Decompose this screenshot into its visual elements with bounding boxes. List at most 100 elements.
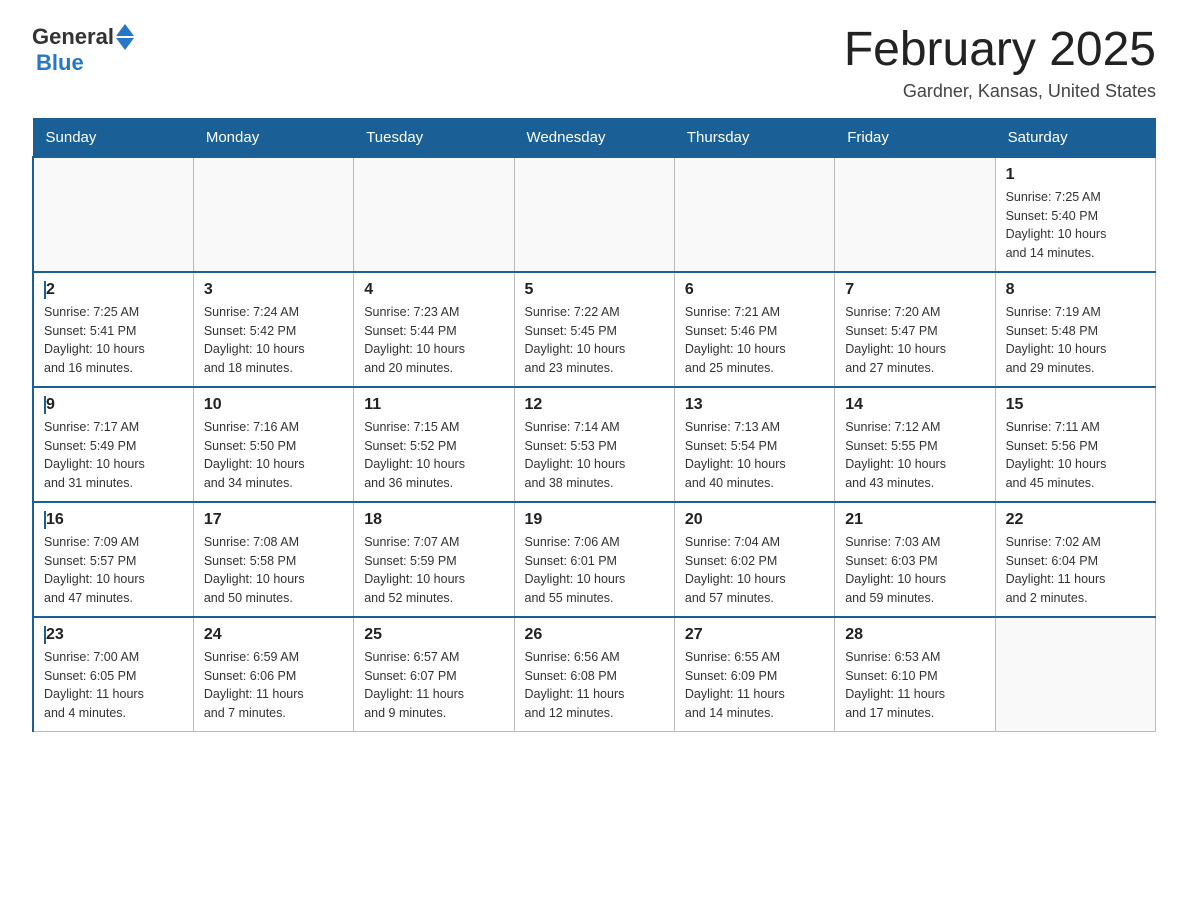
calendar-cell: 21Sunrise: 7:03 AM Sunset: 6:03 PM Dayli… xyxy=(835,502,995,617)
day-info: Sunrise: 7:23 AM Sunset: 5:44 PM Dayligh… xyxy=(364,303,503,378)
calendar-cell: 4 Sunrise: 7:23 AM Sunset: 5:44 PM Daylig… xyxy=(354,272,514,387)
day-info: Sunrise: 7:12 AM Sunset: 5:55 PM Dayligh… xyxy=(845,418,984,493)
day-info: Sunrise: 7:09 AM Sunset: 5:57 PM Dayligh… xyxy=(44,533,183,608)
day-number: 18 xyxy=(364,511,503,529)
calendar-cell: 11 Sunrise: 7:15 AM Sunset: 5:52 PM Dayli… xyxy=(354,387,514,502)
calendar-cell: 22 Sunrise: 7:02 AM Sunset: 6:04 PM Dayli… xyxy=(995,502,1155,617)
calendar-table: SundayMondayTuesdayWednesdayThursdayFrid… xyxy=(32,118,1156,732)
day-number: 24 xyxy=(204,626,343,644)
day-info: Sunrise: 7:25 AM Sunset: 5:41 PM Dayligh… xyxy=(44,303,183,378)
day-info: Sunrise: 7:04 AM Sunset: 6:02 PM Dayligh… xyxy=(685,533,824,608)
day-info: Sunrise: 7:07 AM Sunset: 5:59 PM Dayligh… xyxy=(364,533,503,608)
calendar-header-row: SundayMondayTuesdayWednesdayThursdayFrid… xyxy=(33,118,1156,157)
location-text: Gardner, Kansas, United States xyxy=(844,81,1156,102)
logo: General Blue xyxy=(32,24,134,76)
day-info: Sunrise: 7:14 AM Sunset: 5:53 PM Dayligh… xyxy=(525,418,664,493)
calendar-cell: 27 Sunrise: 6:55 AM Sunset: 6:09 PM Dayli… xyxy=(674,617,834,732)
calendar-day-header: Thursday xyxy=(674,118,834,157)
page-header: General Blue February 2025 Gardner, Kans… xyxy=(32,24,1156,102)
calendar-day-header: Friday xyxy=(835,118,995,157)
calendar-cell: 8 Sunrise: 7:19 AM Sunset: 5:48 PM Daylig… xyxy=(995,272,1155,387)
day-info: Sunrise: 7:03 AM Sunset: 6:03 PM Dayligh… xyxy=(845,533,984,608)
day-number: 4 xyxy=(364,281,503,299)
day-info: Sunrise: 7:25 AM Sunset: 5:40 PM Dayligh… xyxy=(1006,188,1145,263)
day-number: 3 xyxy=(204,281,343,299)
calendar-cell: 20 Sunrise: 7:04 AM Sunset: 6:02 PM Dayli… xyxy=(674,502,834,617)
day-number: 27 xyxy=(685,626,824,644)
day-number: 1 xyxy=(1006,166,1145,184)
calendar-cell xyxy=(514,157,674,272)
day-info: Sunrise: 7:02 AM Sunset: 6:04 PM Dayligh… xyxy=(1006,533,1145,608)
calendar-day-header: Tuesday xyxy=(354,118,514,157)
week-row: 23Sunrise: 7:00 AM Sunset: 6:05 PM Dayli… xyxy=(33,617,1156,732)
calendar-cell: 17 Sunrise: 7:08 AM Sunset: 5:58 PM Dayli… xyxy=(193,502,353,617)
logo-general-text: General xyxy=(32,24,114,50)
day-info: Sunrise: 6:55 AM Sunset: 6:09 PM Dayligh… xyxy=(685,648,824,723)
day-info: Sunrise: 6:57 AM Sunset: 6:07 PM Dayligh… xyxy=(364,648,503,723)
title-section: February 2025 Gardner, Kansas, United St… xyxy=(844,24,1156,102)
calendar-cell: 6 Sunrise: 7:21 AM Sunset: 5:46 PM Daylig… xyxy=(674,272,834,387)
calendar-cell: 18 Sunrise: 7:07 AM Sunset: 5:59 PM Dayli… xyxy=(354,502,514,617)
day-info: Sunrise: 7:06 AM Sunset: 6:01 PM Dayligh… xyxy=(525,533,664,608)
calendar-cell: 9 Sunrise: 7:17 AM Sunset: 5:49 PM Daylig… xyxy=(33,387,193,502)
calendar-cell xyxy=(193,157,353,272)
calendar-cell xyxy=(674,157,834,272)
day-number: 7 xyxy=(845,281,984,299)
day-number: 25 xyxy=(364,626,503,644)
day-number: 2 xyxy=(44,281,183,299)
calendar-cell: 25 Sunrise: 6:57 AM Sunset: 6:07 PM Dayli… xyxy=(354,617,514,732)
day-number: 9 xyxy=(44,396,183,414)
calendar-day-header: Monday xyxy=(193,118,353,157)
calendar-cell: 19Sunrise: 7:06 AM Sunset: 6:01 PM Dayli… xyxy=(514,502,674,617)
calendar-cell: 24 Sunrise: 6:59 AM Sunset: 6:06 PM Dayli… xyxy=(193,617,353,732)
calendar-day-header: Sunday xyxy=(33,118,193,157)
calendar-cell xyxy=(354,157,514,272)
day-info: Sunrise: 6:59 AM Sunset: 6:06 PM Dayligh… xyxy=(204,648,343,723)
day-info: Sunrise: 6:53 AM Sunset: 6:10 PM Dayligh… xyxy=(845,648,984,723)
logo-blue-text: Blue xyxy=(36,50,84,75)
day-info: Sunrise: 7:21 AM Sunset: 5:46 PM Dayligh… xyxy=(685,303,824,378)
calendar-day-header: Saturday xyxy=(995,118,1155,157)
day-number: 11 xyxy=(364,396,503,414)
day-number: 22 xyxy=(1006,511,1145,529)
calendar-cell: 23Sunrise: 7:00 AM Sunset: 6:05 PM Dayli… xyxy=(33,617,193,732)
day-info: Sunrise: 7:16 AM Sunset: 5:50 PM Dayligh… xyxy=(204,418,343,493)
calendar-cell: 13Sunrise: 7:13 AM Sunset: 5:54 PM Dayli… xyxy=(674,387,834,502)
day-info: Sunrise: 7:19 AM Sunset: 5:48 PM Dayligh… xyxy=(1006,303,1145,378)
day-info: Sunrise: 6:56 AM Sunset: 6:08 PM Dayligh… xyxy=(525,648,664,723)
week-row: 16 Sunrise: 7:09 AM Sunset: 5:57 PM Dayli… xyxy=(33,502,1156,617)
calendar-cell xyxy=(33,157,193,272)
day-number: 28 xyxy=(845,626,984,644)
day-number: 17 xyxy=(204,511,343,529)
day-number: 15 xyxy=(1006,396,1145,414)
day-info: Sunrise: 7:11 AM Sunset: 5:56 PM Dayligh… xyxy=(1006,418,1145,493)
calendar-cell: 7 Sunrise: 7:20 AM Sunset: 5:47 PM Daylig… xyxy=(835,272,995,387)
calendar-cell xyxy=(835,157,995,272)
day-number: 20 xyxy=(685,511,824,529)
logo-triangle-up-icon xyxy=(116,24,134,36)
calendar-day-header: Wednesday xyxy=(514,118,674,157)
day-number: 26 xyxy=(525,626,664,644)
calendar-cell: 15 Sunrise: 7:11 AM Sunset: 5:56 PM Dayli… xyxy=(995,387,1155,502)
calendar-cell: 16 Sunrise: 7:09 AM Sunset: 5:57 PM Dayli… xyxy=(33,502,193,617)
calendar-cell: 5 Sunrise: 7:22 AM Sunset: 5:45 PM Daylig… xyxy=(514,272,674,387)
calendar-cell: 1 Sunrise: 7:25 AM Sunset: 5:40 PM Daylig… xyxy=(995,157,1155,272)
day-info: Sunrise: 7:08 AM Sunset: 5:58 PM Dayligh… xyxy=(204,533,343,608)
day-info: Sunrise: 7:24 AM Sunset: 5:42 PM Dayligh… xyxy=(204,303,343,378)
day-info: Sunrise: 7:20 AM Sunset: 5:47 PM Dayligh… xyxy=(845,303,984,378)
day-number: 13 xyxy=(685,396,824,414)
day-number: 14 xyxy=(845,396,984,414)
day-number: 6 xyxy=(685,281,824,299)
day-number: 5 xyxy=(525,281,664,299)
day-info: Sunrise: 7:22 AM Sunset: 5:45 PM Dayligh… xyxy=(525,303,664,378)
calendar-cell: 3 Sunrise: 7:24 AM Sunset: 5:42 PM Daylig… xyxy=(193,272,353,387)
day-number: 16 xyxy=(44,511,183,529)
day-info: Sunrise: 7:15 AM Sunset: 5:52 PM Dayligh… xyxy=(364,418,503,493)
calendar-cell: 2 Sunrise: 7:25 AM Sunset: 5:41 PM Daylig… xyxy=(33,272,193,387)
week-row: 2 Sunrise: 7:25 AM Sunset: 5:41 PM Daylig… xyxy=(33,272,1156,387)
day-number: 8 xyxy=(1006,281,1145,299)
day-info: Sunrise: 7:00 AM Sunset: 6:05 PM Dayligh… xyxy=(44,648,183,723)
week-row: 9 Sunrise: 7:17 AM Sunset: 5:49 PM Daylig… xyxy=(33,387,1156,502)
day-info: Sunrise: 7:17 AM Sunset: 5:49 PM Dayligh… xyxy=(44,418,183,493)
calendar-cell: 14 Sunrise: 7:12 AM Sunset: 5:55 PM Dayli… xyxy=(835,387,995,502)
